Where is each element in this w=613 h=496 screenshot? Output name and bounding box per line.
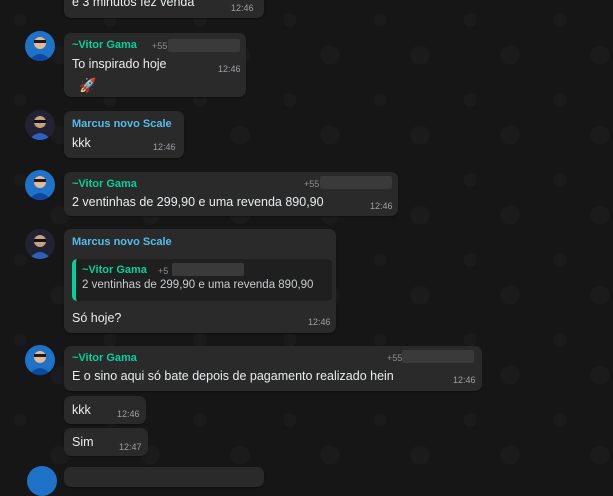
sender-name[interactable]: ~Vitor Gama <box>72 39 137 51</box>
message-time: 12:47 <box>119 442 142 452</box>
sender-name[interactable]: Marcus novo Scale <box>72 118 172 130</box>
message-bubble[interactable]: ~Vitor Gama +55 To inspirado hoje 12:46 … <box>64 33 246 97</box>
quoted-message[interactable]: ~Vitor Gama +5 2 ventinhas de 299,90 e u… <box>72 259 332 301</box>
message-bubble[interactable]: ~Vitor Gama +55 E o sino aqui só bate de… <box>64 346 482 391</box>
rocket-icon: 🚀 <box>79 77 97 93</box>
message-text: kkk <box>72 136 91 150</box>
message-time: 12:46 <box>117 409 140 419</box>
redacted-phone <box>172 263 244 276</box>
message-time: 12:46 <box>453 375 476 385</box>
sender-name[interactable]: Marcus novo Scale <box>72 236 172 248</box>
redacted-phone <box>320 176 392 189</box>
message-bubble[interactable]: Sim 12:47 <box>64 428 148 456</box>
avatar-partial[interactable] <box>27 466 57 496</box>
message-text: E o sino aqui só bate depois de pagament… <box>72 369 394 383</box>
message-bubble[interactable]: ~Vitor Gama +55 2 ventinhas de 299,90 e … <box>64 172 398 216</box>
message-text: 2 ventinhas de 299,90 e uma revenda 890,… <box>72 195 324 209</box>
quoted-sender: ~Vitor Gama <box>82 264 147 276</box>
message-bubble-partial[interactable] <box>64 467 264 487</box>
message-bubble[interactable]: kkk 12:46 <box>64 396 146 424</box>
message-time: 12:46 <box>218 64 241 74</box>
avatar-vitor[interactable] <box>25 345 55 375</box>
message-bubble[interactable]: Marcus novo Scale ~Vitor Gama +5 2 venti… <box>64 229 336 333</box>
avatar-marcus[interactable] <box>25 229 55 259</box>
quoted-text: 2 ventinhas de 299,90 e uma revenda 890,… <box>82 279 314 291</box>
sender-phone: +55 <box>387 353 403 363</box>
avatar-marcus[interactable] <box>25 110 55 140</box>
message-time: 12:46 <box>370 201 393 211</box>
redacted-phone <box>168 39 240 52</box>
avatar-vitor[interactable] <box>25 31 55 61</box>
sender-phone: +55 <box>304 179 320 189</box>
sender-name[interactable]: ~Vitor Gama <box>72 352 137 364</box>
message-text: Sim <box>72 435 94 449</box>
message-text: Só hoje? <box>72 311 122 325</box>
message-bubble[interactable]: Marcus novo Scale kkk 12:46 <box>64 111 184 158</box>
message-text: kkk <box>72 403 91 417</box>
quoted-phone: +5 <box>158 266 169 276</box>
message-time: 12:46 <box>153 142 176 152</box>
sender-name[interactable]: ~Vitor Gama <box>72 178 137 190</box>
message-time: 12:46 <box>308 317 331 327</box>
message-bubble[interactable]: e 3 minutos fez venda 12:46 <box>64 0 264 18</box>
redacted-phone <box>402 350 474 363</box>
avatar-vitor[interactable] <box>25 170 55 200</box>
message-time: 12:46 <box>231 3 254 13</box>
message-text: e 3 minutos fez venda <box>72 0 195 9</box>
sender-phone: +55 <box>152 41 168 51</box>
message-text: To inspirado hoje <box>72 57 167 71</box>
